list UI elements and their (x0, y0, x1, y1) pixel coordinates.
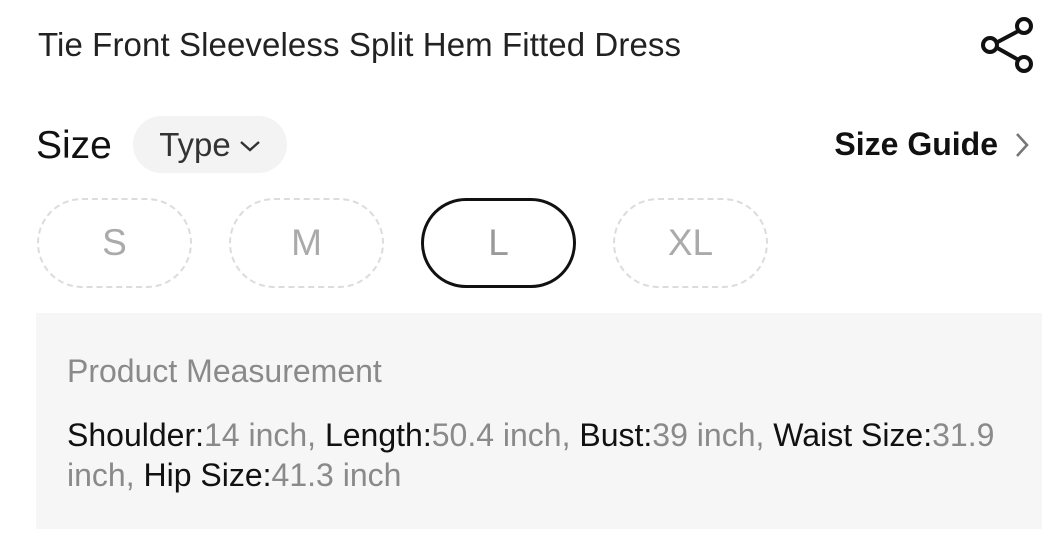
size-option-s[interactable]: S (37, 198, 192, 288)
size-guide-link[interactable]: Size Guide (834, 126, 1030, 163)
chevron-down-icon (239, 140, 260, 152)
size-option-xl[interactable]: XL (613, 198, 768, 288)
product-title: Tie Front Sleeveless Split Hem Fitted Dr… (38, 26, 682, 63)
separator: , (125, 457, 144, 493)
chevron-right-icon (1016, 132, 1029, 157)
type-dropdown[interactable]: Type (133, 116, 287, 173)
measurement-label: Shoulder: (67, 417, 204, 453)
size-options: S M L XL (37, 198, 837, 290)
size-option-l[interactable]: L (421, 198, 576, 288)
share-icon[interactable] (976, 12, 1040, 76)
measurement-label: Waist Size: (773, 417, 933, 453)
separator: , (307, 417, 325, 453)
measurement-text: Shoulder:14 inch, Length:50.4 inch, Bust… (67, 415, 997, 495)
measurement-value: 39 inch (652, 417, 756, 453)
size-guide-label: Size Guide (834, 126, 998, 162)
measurement-label: Hip Size: (143, 457, 272, 493)
size-header: Size Type Size Guide (36, 116, 1042, 174)
measurement-label: Length: (324, 417, 432, 453)
separator: , (561, 417, 580, 453)
measurement-value: 41.3 inch (271, 457, 402, 493)
size-option-m[interactable]: M (229, 198, 384, 288)
size-label: Size (36, 124, 112, 167)
measurement-value: 50.4 inch (431, 417, 562, 453)
type-label: Type (159, 125, 231, 163)
measurement-panel: Product Measurement Shoulder:14 inch, Le… (36, 313, 1042, 529)
separator: , (755, 417, 774, 453)
measurement-value: 14 inch (203, 417, 308, 453)
measurement-heading: Product Measurement (67, 353, 382, 389)
measurement-label: Bust: (579, 417, 653, 453)
